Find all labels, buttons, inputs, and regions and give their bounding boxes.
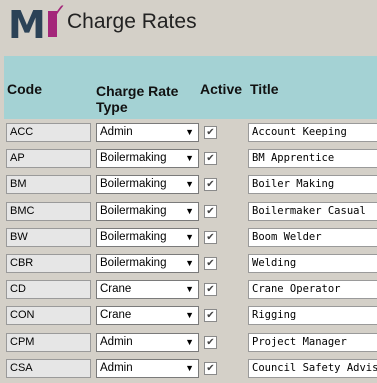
page-title: Charge Rates <box>67 10 197 33</box>
table-row: BMC Boilermaking ▼ ✔ Boilermaker Casual <box>0 200 377 226</box>
table-row: CPM Admin ▼ ✔ Project Manager <box>0 331 377 357</box>
dropdown-arrow-icon: ▼ <box>185 257 194 268</box>
dropdown-arrow-icon: ▼ <box>185 336 194 347</box>
title-field[interactable]: Account Keeping <box>248 123 377 142</box>
title-field[interactable]: Rigging <box>248 306 377 326</box>
code-field[interactable]: CPM <box>6 332 91 352</box>
title-field[interactable]: Boom Welder <box>248 227 377 247</box>
title-field[interactable]: Council Safety Advisor <box>248 358 377 378</box>
dropdown-arrow-icon: ▼ <box>185 127 194 137</box>
title-field[interactable]: Welding <box>248 253 377 273</box>
table-row: ACC Admin ▼ ✔ Account Keeping <box>0 121 377 147</box>
code-field[interactable]: BMC <box>6 201 91 221</box>
code-field[interactable]: BM <box>6 175 91 195</box>
charge-rate-type-select[interactable]: Boilermaking ▼ <box>96 201 199 221</box>
charge-rate-type-select[interactable]: Boilermaking ▼ <box>96 175 199 195</box>
active-checkbox[interactable]: ✔ <box>204 256 217 270</box>
charge-rate-type-value: Admin <box>100 361 133 374</box>
dropdown-arrow-icon: ▼ <box>185 205 194 216</box>
column-header-title: Title <box>250 81 279 97</box>
title-field[interactable]: Boiler Making <box>248 175 377 195</box>
charge-rate-type-select[interactable]: Boilermaking ▼ <box>96 149 199 169</box>
dropdown-arrow-icon: ▼ <box>185 284 194 295</box>
code-field[interactable]: CSA <box>6 358 91 378</box>
active-checkbox[interactable]: ✔ <box>204 126 217 139</box>
active-checkbox[interactable]: ✔ <box>204 335 217 349</box>
charge-rate-type-value: Boilermaking <box>100 204 167 217</box>
charge-rate-type-select[interactable]: Boilermaking ▼ <box>96 253 199 273</box>
charge-rate-type-value: Crane <box>100 309 132 322</box>
title-field[interactable]: BM Apprentice <box>248 149 377 169</box>
code-field[interactable]: AP <box>6 149 91 169</box>
app-header: M ✓ Charge Rates <box>0 0 377 57</box>
logo-check-icon: ✓ <box>50 1 67 23</box>
charge-rate-type-select[interactable]: Boilermaking ▼ <box>96 227 199 247</box>
active-checkbox[interactable]: ✔ <box>204 283 217 297</box>
active-checkbox[interactable]: ✔ <box>204 204 217 218</box>
active-checkbox[interactable]: ✔ <box>204 230 217 244</box>
code-field[interactable]: CBR <box>6 253 91 273</box>
charge-rates-table: ACC Admin ▼ ✔ Account Keeping AP Boilermaking ▼… <box>0 121 377 383</box>
table-row: CSAAdmin▼✔Council Safety Advisor <box>0 357 377 383</box>
dropdown-arrow-icon: ▼ <box>185 153 194 164</box>
active-checkbox[interactable]: ✔ <box>204 152 217 166</box>
charge-rate-type-select[interactable]: Admin ▼ <box>96 123 199 142</box>
table-row: CBR Boilermaking ▼ ✔ Welding <box>0 252 377 278</box>
charge-rate-type-select[interactable]: Admin ▼ <box>96 332 199 352</box>
table-row: BW Boilermaking ▼ ✔ Boom Welder <box>0 226 377 252</box>
code-field[interactable]: CD <box>6 280 91 300</box>
charge-rate-type-value: Boilermaking <box>100 178 167 191</box>
active-checkbox[interactable]: ✔ <box>204 309 217 323</box>
table-row: AP Boilermaking ▼ ✔ BM Apprentice <box>0 147 377 173</box>
code-field[interactable]: CON <box>6 306 91 326</box>
column-header-charge-rate-type: Charge Rate Type <box>96 83 179 115</box>
charge-rate-type-select[interactable]: Admin ▼ <box>96 358 199 378</box>
charge-rate-type-value: Boilermaking <box>100 230 167 243</box>
table-row: CD Crane ▼ ✔ Crane Operator <box>0 278 377 304</box>
title-field[interactable]: Crane Operator <box>248 280 377 300</box>
column-header-code: Code <box>7 81 42 97</box>
table-header: Code Charge Rate Type Active Title <box>4 56 377 119</box>
dropdown-arrow-icon: ▼ <box>185 310 194 321</box>
charge-rate-type-value: Admin <box>100 335 133 348</box>
dropdown-arrow-icon: ▼ <box>185 231 194 242</box>
charge-rate-type-value: Admin <box>100 126 133 138</box>
active-checkbox[interactable]: ✔ <box>204 178 217 192</box>
title-field[interactable]: Boilermaker Casual <box>248 201 377 221</box>
table-row: BM Boilermaking ▼ ✔ Boiler Making <box>0 173 377 199</box>
column-header-active: Active <box>200 81 243 97</box>
code-field[interactable]: BW <box>6 227 91 247</box>
charge-rate-type-select[interactable]: Crane ▼ <box>96 306 199 326</box>
charge-rate-type-value: Boilermaking <box>100 152 167 165</box>
logo: M <box>8 3 46 47</box>
title-field[interactable]: Project Manager <box>248 332 377 352</box>
code-field[interactable]: ACC <box>6 123 91 142</box>
dropdown-arrow-icon: ▼ <box>185 179 194 190</box>
dropdown-arrow-icon: ▼ <box>185 362 194 373</box>
charge-rate-type-select[interactable]: Crane ▼ <box>96 280 199 300</box>
table-row: CON Crane ▼ ✔ Rigging <box>0 304 377 330</box>
charge-rate-type-value: Boilermaking <box>100 256 167 269</box>
charge-rate-type-value: Crane <box>100 283 132 296</box>
